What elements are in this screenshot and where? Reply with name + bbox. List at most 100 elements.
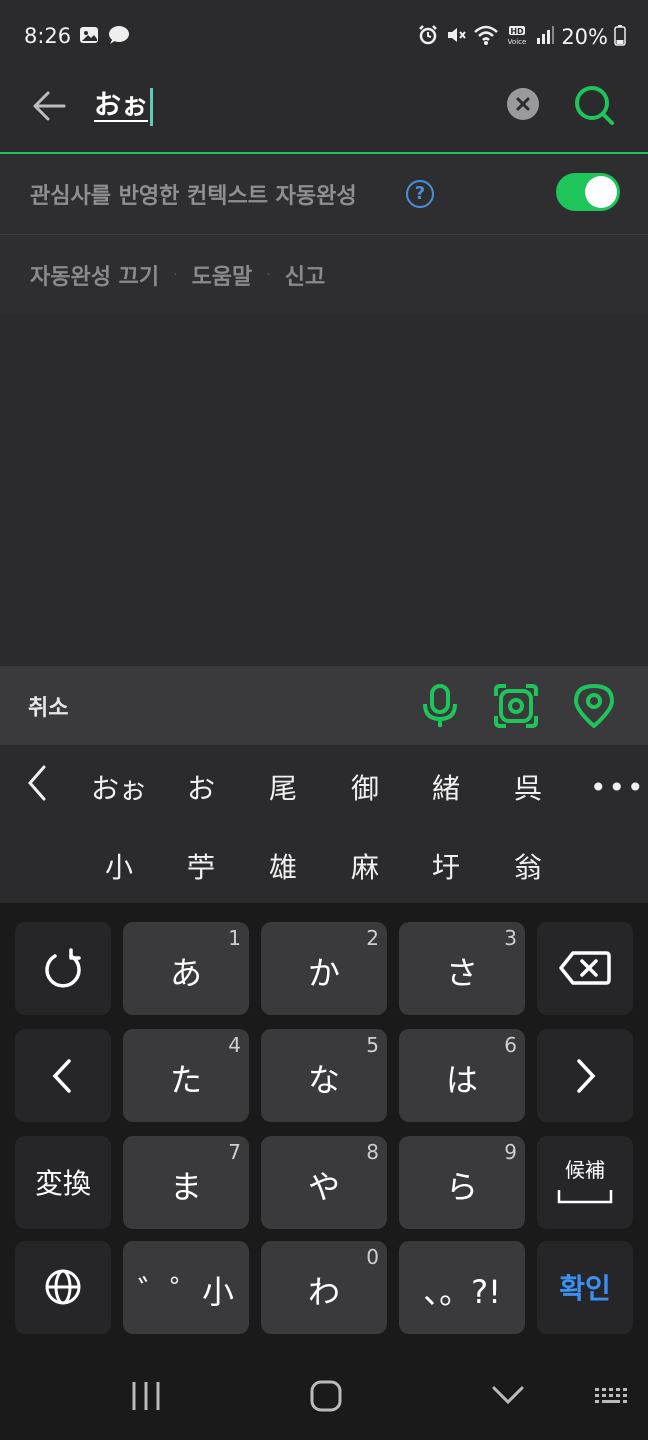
key-number: 6 — [504, 1033, 517, 1057]
candidate-item[interactable]: 呉 — [493, 767, 563, 807]
alarm-icon — [417, 24, 439, 50]
status-bar: 8:26 HD Voice 20% — [0, 0, 648, 72]
key-number: 8 — [366, 1140, 379, 1164]
language-key[interactable] — [15, 1241, 111, 1334]
key-ka[interactable]: か2 — [261, 922, 387, 1015]
lens-search-button[interactable] — [492, 682, 540, 730]
dakuten-key[interactable]: ゛゜小 — [123, 1241, 249, 1334]
separator-dot: · — [173, 266, 178, 283]
key-ma[interactable]: ま7 — [123, 1136, 249, 1229]
keyboard-switch-icon[interactable] — [592, 1378, 632, 1418]
key-sa[interactable]: さ3 — [399, 922, 525, 1015]
candidate-item[interactable]: お — [166, 767, 236, 807]
key-label: ま — [169, 1168, 202, 1206]
chevron-left-icon — [20, 765, 56, 807]
location-pin-icon — [570, 684, 618, 734]
report-link[interactable]: 신고 — [285, 259, 325, 291]
key-label: な — [307, 1061, 340, 1099]
cancel-button[interactable]: 취소 — [28, 690, 68, 722]
candidate-item[interactable]: おぉ — [84, 767, 154, 807]
status-time: 8:26 — [24, 24, 72, 48]
text-cursor — [150, 87, 153, 126]
autocomplete-links: 자동완성 끄기 · 도움말 · 신고 — [0, 235, 648, 314]
candidate-item[interactable]: 小 — [84, 846, 154, 886]
autocomplete-toggle[interactable] — [556, 173, 620, 211]
autocomplete-setting-row: 관심사를 반영한 컨텍스트 자동완성 ? — [0, 154, 648, 234]
candidate-item[interactable]: 雄 — [248, 846, 318, 886]
search-input[interactable]: おぉ — [94, 84, 474, 128]
key-label: わ — [307, 1273, 340, 1311]
key-number: 9 — [504, 1140, 517, 1164]
candidate-row-1: おぉ お 尾 御 緒 呉 ••• — [0, 745, 648, 824]
key-ta[interactable]: た4 — [123, 1029, 249, 1122]
cursor-left-key[interactable] — [15, 1029, 111, 1122]
mute-icon — [445, 24, 467, 50]
key-ha[interactable]: は6 — [399, 1029, 525, 1122]
key-a[interactable]: あ1 — [123, 922, 249, 1015]
candidate-panel: おぉ お 尾 御 緒 呉 ••• 小 苧 雄 麻 圩 翁 — [0, 745, 648, 903]
globe-icon — [43, 1267, 83, 1311]
toggle-knob — [585, 176, 617, 208]
key-label: 、。?! — [423, 1273, 501, 1311]
search-button[interactable] — [570, 82, 618, 130]
battery-icon — [614, 24, 626, 50]
undo-icon — [41, 948, 85, 996]
chevron-left-icon — [49, 1057, 77, 1099]
key-number: 7 — [228, 1140, 241, 1164]
turn-off-autocomplete-link[interactable]: 자동완성 끄기 — [30, 259, 159, 291]
hd-voice-icon: HD Voice — [505, 24, 529, 50]
candidate-collapse-button[interactable] — [20, 763, 56, 803]
key-na[interactable]: な5 — [261, 1029, 387, 1122]
key-number: 2 — [366, 926, 379, 950]
key-label: や — [307, 1168, 340, 1206]
candidate-item[interactable]: 圩 — [411, 846, 481, 886]
back-arrow-icon — [28, 91, 72, 132]
search-query: おぉ — [94, 90, 148, 121]
location-search-button[interactable] — [570, 682, 618, 730]
candidate-item[interactable]: 苧 — [166, 846, 236, 886]
punctuation-key[interactable]: 、。?! — [399, 1241, 525, 1334]
search-icon — [570, 86, 618, 134]
key-number: 4 — [228, 1033, 241, 1057]
confirm-key[interactable]: 확인 — [537, 1241, 633, 1334]
key-number: 3 — [504, 926, 517, 950]
more-candidates-button[interactable]: ••• — [590, 771, 646, 804]
backspace-key[interactable] — [537, 922, 633, 1015]
candidate-item[interactable]: 翁 — [493, 846, 563, 886]
cursor-right-key[interactable] — [537, 1029, 633, 1122]
key-ra[interactable]: ら9 — [399, 1136, 525, 1229]
key-label: さ — [445, 954, 478, 992]
wifi-icon — [473, 24, 499, 50]
svg-text:Voice: Voice — [508, 38, 527, 46]
voice-search-button[interactable] — [416, 682, 464, 730]
convert-key[interactable]: 変換 — [15, 1136, 111, 1229]
clear-button[interactable] — [507, 88, 539, 120]
key-label: か — [307, 954, 340, 992]
candidate-item[interactable]: 麻 — [330, 846, 400, 886]
candidate-item[interactable]: 御 — [330, 767, 400, 807]
svg-text:HD: HD — [511, 27, 525, 36]
navigation-bar — [0, 1350, 648, 1440]
key-ya[interactable]: や8 — [261, 1136, 387, 1229]
key-wa[interactable]: わ0 — [261, 1241, 387, 1334]
undo-key[interactable] — [15, 922, 111, 1015]
back-button[interactable] — [28, 84, 72, 128]
help-link[interactable]: 도움말 — [192, 259, 253, 291]
candidate-item[interactable]: 緒 — [411, 767, 481, 807]
recent-apps-icon[interactable] — [128, 1378, 164, 1418]
help-icon[interactable]: ? — [406, 180, 434, 208]
key-label: ゛゜小 — [137, 1273, 234, 1311]
candidate-space-key[interactable]: 候補 — [537, 1136, 633, 1229]
suggestions-area — [0, 314, 648, 666]
key-label: あ — [169, 954, 202, 992]
clear-icon — [507, 97, 539, 124]
separator-dot: · — [266, 266, 271, 283]
home-icon[interactable] — [306, 1378, 346, 1418]
candidate-item[interactable]: 尾 — [248, 767, 318, 807]
candidate-row-2: 小 苧 雄 麻 圩 翁 — [0, 824, 648, 903]
search-header: おぉ — [0, 72, 648, 152]
key-label: 候補 — [565, 1158, 605, 1182]
image-icon — [78, 24, 100, 50]
key-number: 1 — [228, 926, 241, 950]
hide-keyboard-icon[interactable] — [490, 1378, 526, 1418]
